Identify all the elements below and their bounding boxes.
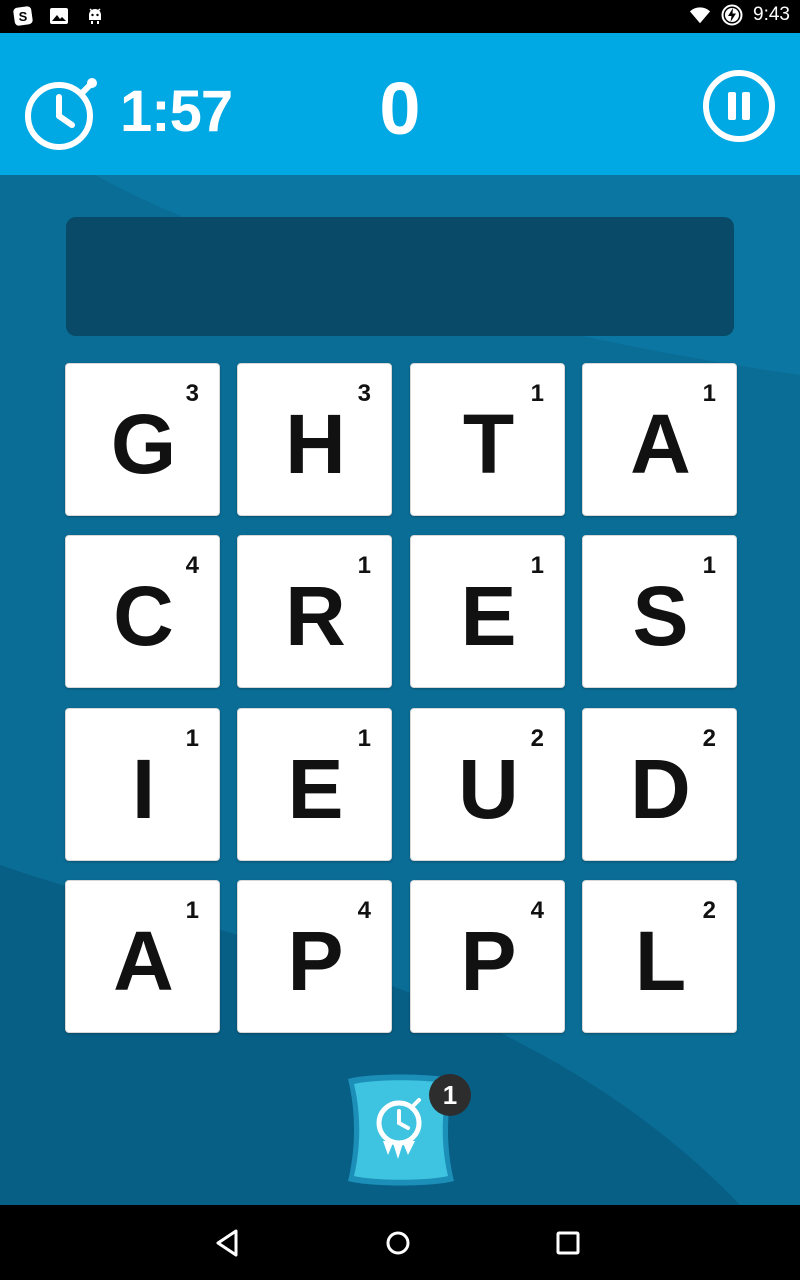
tile-points: 3 <box>185 380 199 407</box>
s-app-icon: S <box>12 5 34 27</box>
letter-tile[interactable]: P4 <box>410 880 565 1033</box>
tile-points: 2 <box>702 725 716 752</box>
tile-points: 1 <box>185 897 199 924</box>
tile-points: 4 <box>530 897 544 924</box>
recents-icon[interactable] <box>550 1225 586 1261</box>
letter-tile[interactable]: G3 <box>65 363 220 516</box>
svg-text:S: S <box>19 9 28 24</box>
letter-tile[interactable]: U2 <box>410 708 565 861</box>
status-bar: S 9:43 <box>0 0 800 33</box>
letter-tile[interactable]: R1 <box>237 535 392 688</box>
home-icon[interactable] <box>380 1225 416 1261</box>
letter-tile[interactable]: E1 <box>410 535 565 688</box>
word-display <box>66 217 734 336</box>
letter-tile[interactable]: S1 <box>582 535 737 688</box>
status-time: 9:43 <box>753 4 790 25</box>
score-display: 0 <box>379 67 421 150</box>
tile-points: 2 <box>702 897 716 924</box>
tile-points: 1 <box>530 552 544 579</box>
letter-tile[interactable]: I1 <box>65 708 220 861</box>
game-board-area: G3H3T1A1C4R1E1S1I1E1U2D2A1P4P4L2 1 <box>0 175 800 1205</box>
tile-points: 4 <box>357 897 371 924</box>
letter-tile[interactable]: H3 <box>237 363 392 516</box>
tile-points: 1 <box>357 552 371 579</box>
letter-tile[interactable]: T1 <box>410 363 565 516</box>
tile-points: 3 <box>357 380 371 407</box>
tile-points: 4 <box>185 552 199 579</box>
letter-tile[interactable]: A1 <box>582 363 737 516</box>
tile-points: 2 <box>530 725 544 752</box>
navigation-bar <box>0 1205 800 1280</box>
tile-points: 1 <box>702 380 716 407</box>
powerup-count-badge: 1 <box>429 1074 471 1116</box>
tile-points: 1 <box>357 725 371 752</box>
game-header: 1:57 0 <box>0 33 800 175</box>
image-icon <box>48 5 70 27</box>
tile-points: 1 <box>185 725 199 752</box>
letter-tile[interactable]: L2 <box>582 880 737 1033</box>
android-debug-icon <box>84 5 106 27</box>
letter-tile[interactable]: C4 <box>65 535 220 688</box>
letter-tile[interactable]: P4 <box>237 880 392 1033</box>
wifi-icon <box>689 4 711 26</box>
tile-points: 1 <box>702 552 716 579</box>
back-icon[interactable] <box>210 1225 246 1261</box>
tile-points: 1 <box>530 380 544 407</box>
letter-tile[interactable]: E1 <box>237 708 392 861</box>
battery-charging-icon <box>721 4 743 26</box>
pause-button[interactable] <box>702 69 776 143</box>
letter-grid: G3H3T1A1C4R1E1S1I1E1U2D2A1P4P4L2 <box>65 363 738 1033</box>
letter-tile[interactable]: A1 <box>65 880 220 1033</box>
letter-tile[interactable]: D2 <box>582 708 737 861</box>
